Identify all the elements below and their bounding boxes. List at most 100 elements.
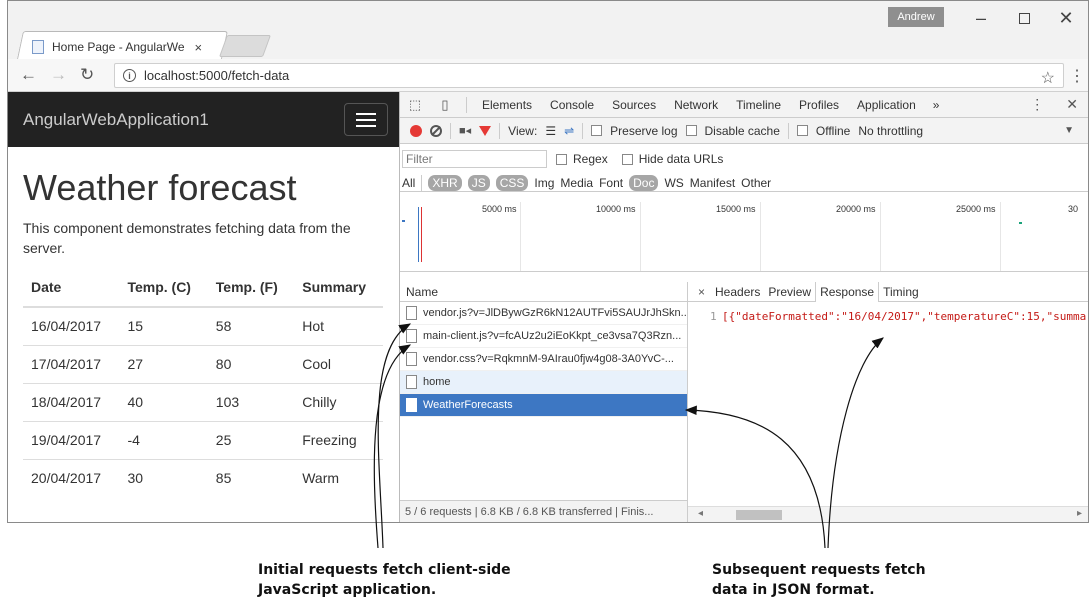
- large-rows-icon[interactable]: ☰: [545, 124, 556, 138]
- inspect-element-icon[interactable]: ⬚: [400, 97, 430, 113]
- annotation-caption-subsequent: Subsequent requests fetch data in JSON f…: [712, 560, 926, 600]
- tab-elements[interactable]: Elements: [473, 98, 541, 112]
- network-controls: ■◂ View: ☰ ⇌ Preserve log Disable cache …: [400, 118, 1088, 144]
- browser-toolbar: ← → ↻ i localhost:5000/fetch-data ☆ ⋮: [8, 59, 1088, 92]
- device-toolbar-icon[interactable]: ▯: [430, 97, 460, 113]
- forward-arrow-icon[interactable]: →: [50, 65, 67, 85]
- divider: [421, 175, 423, 191]
- scrollbar-thumb[interactable]: [736, 510, 782, 520]
- request-detail-pane: × Headers Preview Response Timing 1 [{"d…: [688, 281, 1088, 522]
- record-icon[interactable]: [410, 124, 422, 137]
- hamburger-bar: [356, 124, 376, 127]
- cell-temp-f: 103: [207, 382, 295, 421]
- divider: [787, 122, 789, 139]
- cell-date: 17/04/2017: [23, 344, 120, 383]
- request-name: WeatherForecasts: [423, 399, 513, 411]
- type-filter-ws[interactable]: WS: [664, 176, 683, 190]
- scroll-right-icon[interactable]: ▸: [1077, 508, 1082, 519]
- type-filter-js[interactable]: JS: [467, 175, 490, 191]
- type-filter-xhr[interactable]: XHR: [428, 175, 462, 191]
- response-body[interactable]: 1 [{"dateFormatted":"16/04/2017","temper…: [688, 310, 1088, 326]
- devtools-window-controls: ⋮ ✕: [1030, 96, 1078, 113]
- tab-sources[interactable]: Sources: [603, 98, 665, 112]
- devtools-menu-icon[interactable]: ⋮: [1030, 96, 1044, 113]
- network-timeline-overview[interactable]: 5000 ms 10000 ms 15000 ms 20000 ms 25000…: [400, 192, 1088, 272]
- tab-network[interactable]: Network: [665, 98, 727, 112]
- browser-menu-icon[interactable]: ⋮: [1069, 66, 1085, 86]
- name-column-header[interactable]: Name: [400, 282, 687, 302]
- request-row[interactable]: home: [400, 371, 687, 394]
- new-tab-button[interactable]: [218, 35, 272, 57]
- line-number: 1: [710, 310, 717, 323]
- type-filter-css[interactable]: CSS: [495, 175, 529, 191]
- timeline-bar: [1019, 222, 1022, 224]
- request-row[interactable]: vendor.js?v=JlDBywGzR6kN12AUTFvi5SAUJrJh…: [400, 302, 687, 325]
- table-row: 19/04/2017 -4 25 Freezing: [23, 420, 383, 459]
- caption-line: data in JSON format.: [712, 582, 875, 598]
- throttling-select[interactable]: No throttling: [858, 124, 923, 138]
- caption-line: Initial requests fetch client-side: [258, 562, 511, 578]
- type-filter-media[interactable]: Media: [560, 176, 593, 190]
- bookmark-star-icon[interactable]: ☆: [1041, 68, 1055, 88]
- requests-list: Name vendor.js?v=JlDBywGzR6kN12AUTFvi5SA…: [400, 282, 688, 522]
- screenshot-camera-icon[interactable]: ■◂: [459, 124, 471, 137]
- minimize-button[interactable]: –: [961, 3, 1001, 33]
- filter-options: Regex Hide data URLs: [556, 152, 723, 166]
- timeline-tick-label: 15000 ms: [716, 204, 756, 214]
- divider: [499, 122, 501, 139]
- offline-label: Offline: [815, 123, 851, 138]
- request-row[interactable]: main-client.js?v=fcAUz2u2iEoKkpt_ce3vsa7…: [400, 325, 687, 348]
- site-info-icon[interactable]: i: [123, 69, 136, 82]
- reload-icon[interactable]: ↻: [80, 65, 94, 85]
- hide-data-urls-checkbox[interactable]: [621, 153, 633, 165]
- regex-checkbox[interactable]: [556, 153, 567, 165]
- maximize-button[interactable]: [1004, 3, 1044, 33]
- browser-tab[interactable]: Home Page - AngularWe ×: [32, 35, 202, 59]
- scroll-left-icon[interactable]: ◂: [698, 508, 703, 519]
- navbar-brand[interactable]: AngularWebApplication1: [23, 110, 209, 130]
- disable-cache-label: Disable cache: [704, 123, 780, 138]
- filter-input[interactable]: Filter: [402, 150, 547, 168]
- request-row-selected[interactable]: WeatherForecasts: [400, 394, 687, 417]
- disable-cache-checkbox[interactable]: [685, 125, 697, 136]
- close-detail-icon[interactable]: ×: [692, 285, 711, 299]
- tab-application[interactable]: Application: [848, 98, 925, 112]
- tab-response[interactable]: Response: [815, 281, 880, 302]
- type-filter-manifest[interactable]: Manifest: [690, 176, 735, 190]
- tab-profiles[interactable]: Profiles: [790, 98, 848, 112]
- filter-funnel-icon[interactable]: [479, 125, 492, 136]
- overview-icon[interactable]: ⇌: [564, 124, 574, 138]
- url-text: localhost:5000/fetch-data: [144, 68, 290, 83]
- offline-checkbox[interactable]: [796, 125, 808, 136]
- preserve-log-label: Preserve log: [610, 123, 678, 138]
- timeline-gridline: [880, 202, 881, 271]
- tab-console[interactable]: Console: [541, 98, 603, 112]
- close-window-button[interactable]: ✕: [1046, 3, 1086, 33]
- tab-close-icon[interactable]: ×: [195, 40, 203, 55]
- throttling-dropdown-icon[interactable]: ▼: [1064, 125, 1074, 136]
- hamburger-menu-button[interactable]: [344, 103, 388, 136]
- tab-headers[interactable]: Headers: [711, 282, 764, 302]
- clear-icon[interactable]: [430, 124, 442, 137]
- horizontal-scrollbar[interactable]: ◂ ▸: [688, 506, 1088, 522]
- request-name: main-client.js?v=fcAUz2u2iEoKkpt_ce3vsa7…: [423, 330, 682, 342]
- regex-label: Regex: [573, 152, 608, 166]
- network-summary-status: 5 / 6 requests | 6.8 KB / 6.8 KB transfe…: [400, 500, 687, 522]
- request-row[interactable]: vendor.css?v=RqkmnM-9AIrau0fjw4g08-3A0Yv…: [400, 348, 687, 371]
- type-filter-doc[interactable]: Doc: [629, 175, 659, 191]
- table-row: 18/04/2017 40 103 Chilly: [23, 382, 383, 421]
- type-filter-img[interactable]: Img: [534, 176, 554, 190]
- type-filter-all[interactable]: All: [402, 176, 415, 190]
- type-filter-font[interactable]: Font: [599, 176, 623, 190]
- devtools-close-icon[interactable]: ✕: [1066, 96, 1078, 113]
- back-arrow-icon[interactable]: ←: [20, 65, 37, 85]
- address-bar[interactable]: i localhost:5000/fetch-data ☆ ⋮: [114, 63, 1085, 88]
- more-tabs-button[interactable]: »: [925, 98, 948, 112]
- tab-preview[interactable]: Preview: [764, 282, 815, 302]
- tab-timing[interactable]: Timing: [879, 282, 923, 302]
- devtools-panel: ⬚ ▯ Elements Console Sources Network Tim…: [399, 92, 1088, 522]
- preserve-log-checkbox[interactable]: [591, 125, 603, 136]
- profile-badge[interactable]: Andrew: [888, 7, 944, 27]
- tab-timeline[interactable]: Timeline: [727, 98, 790, 112]
- type-filter-other[interactable]: Other: [741, 176, 771, 190]
